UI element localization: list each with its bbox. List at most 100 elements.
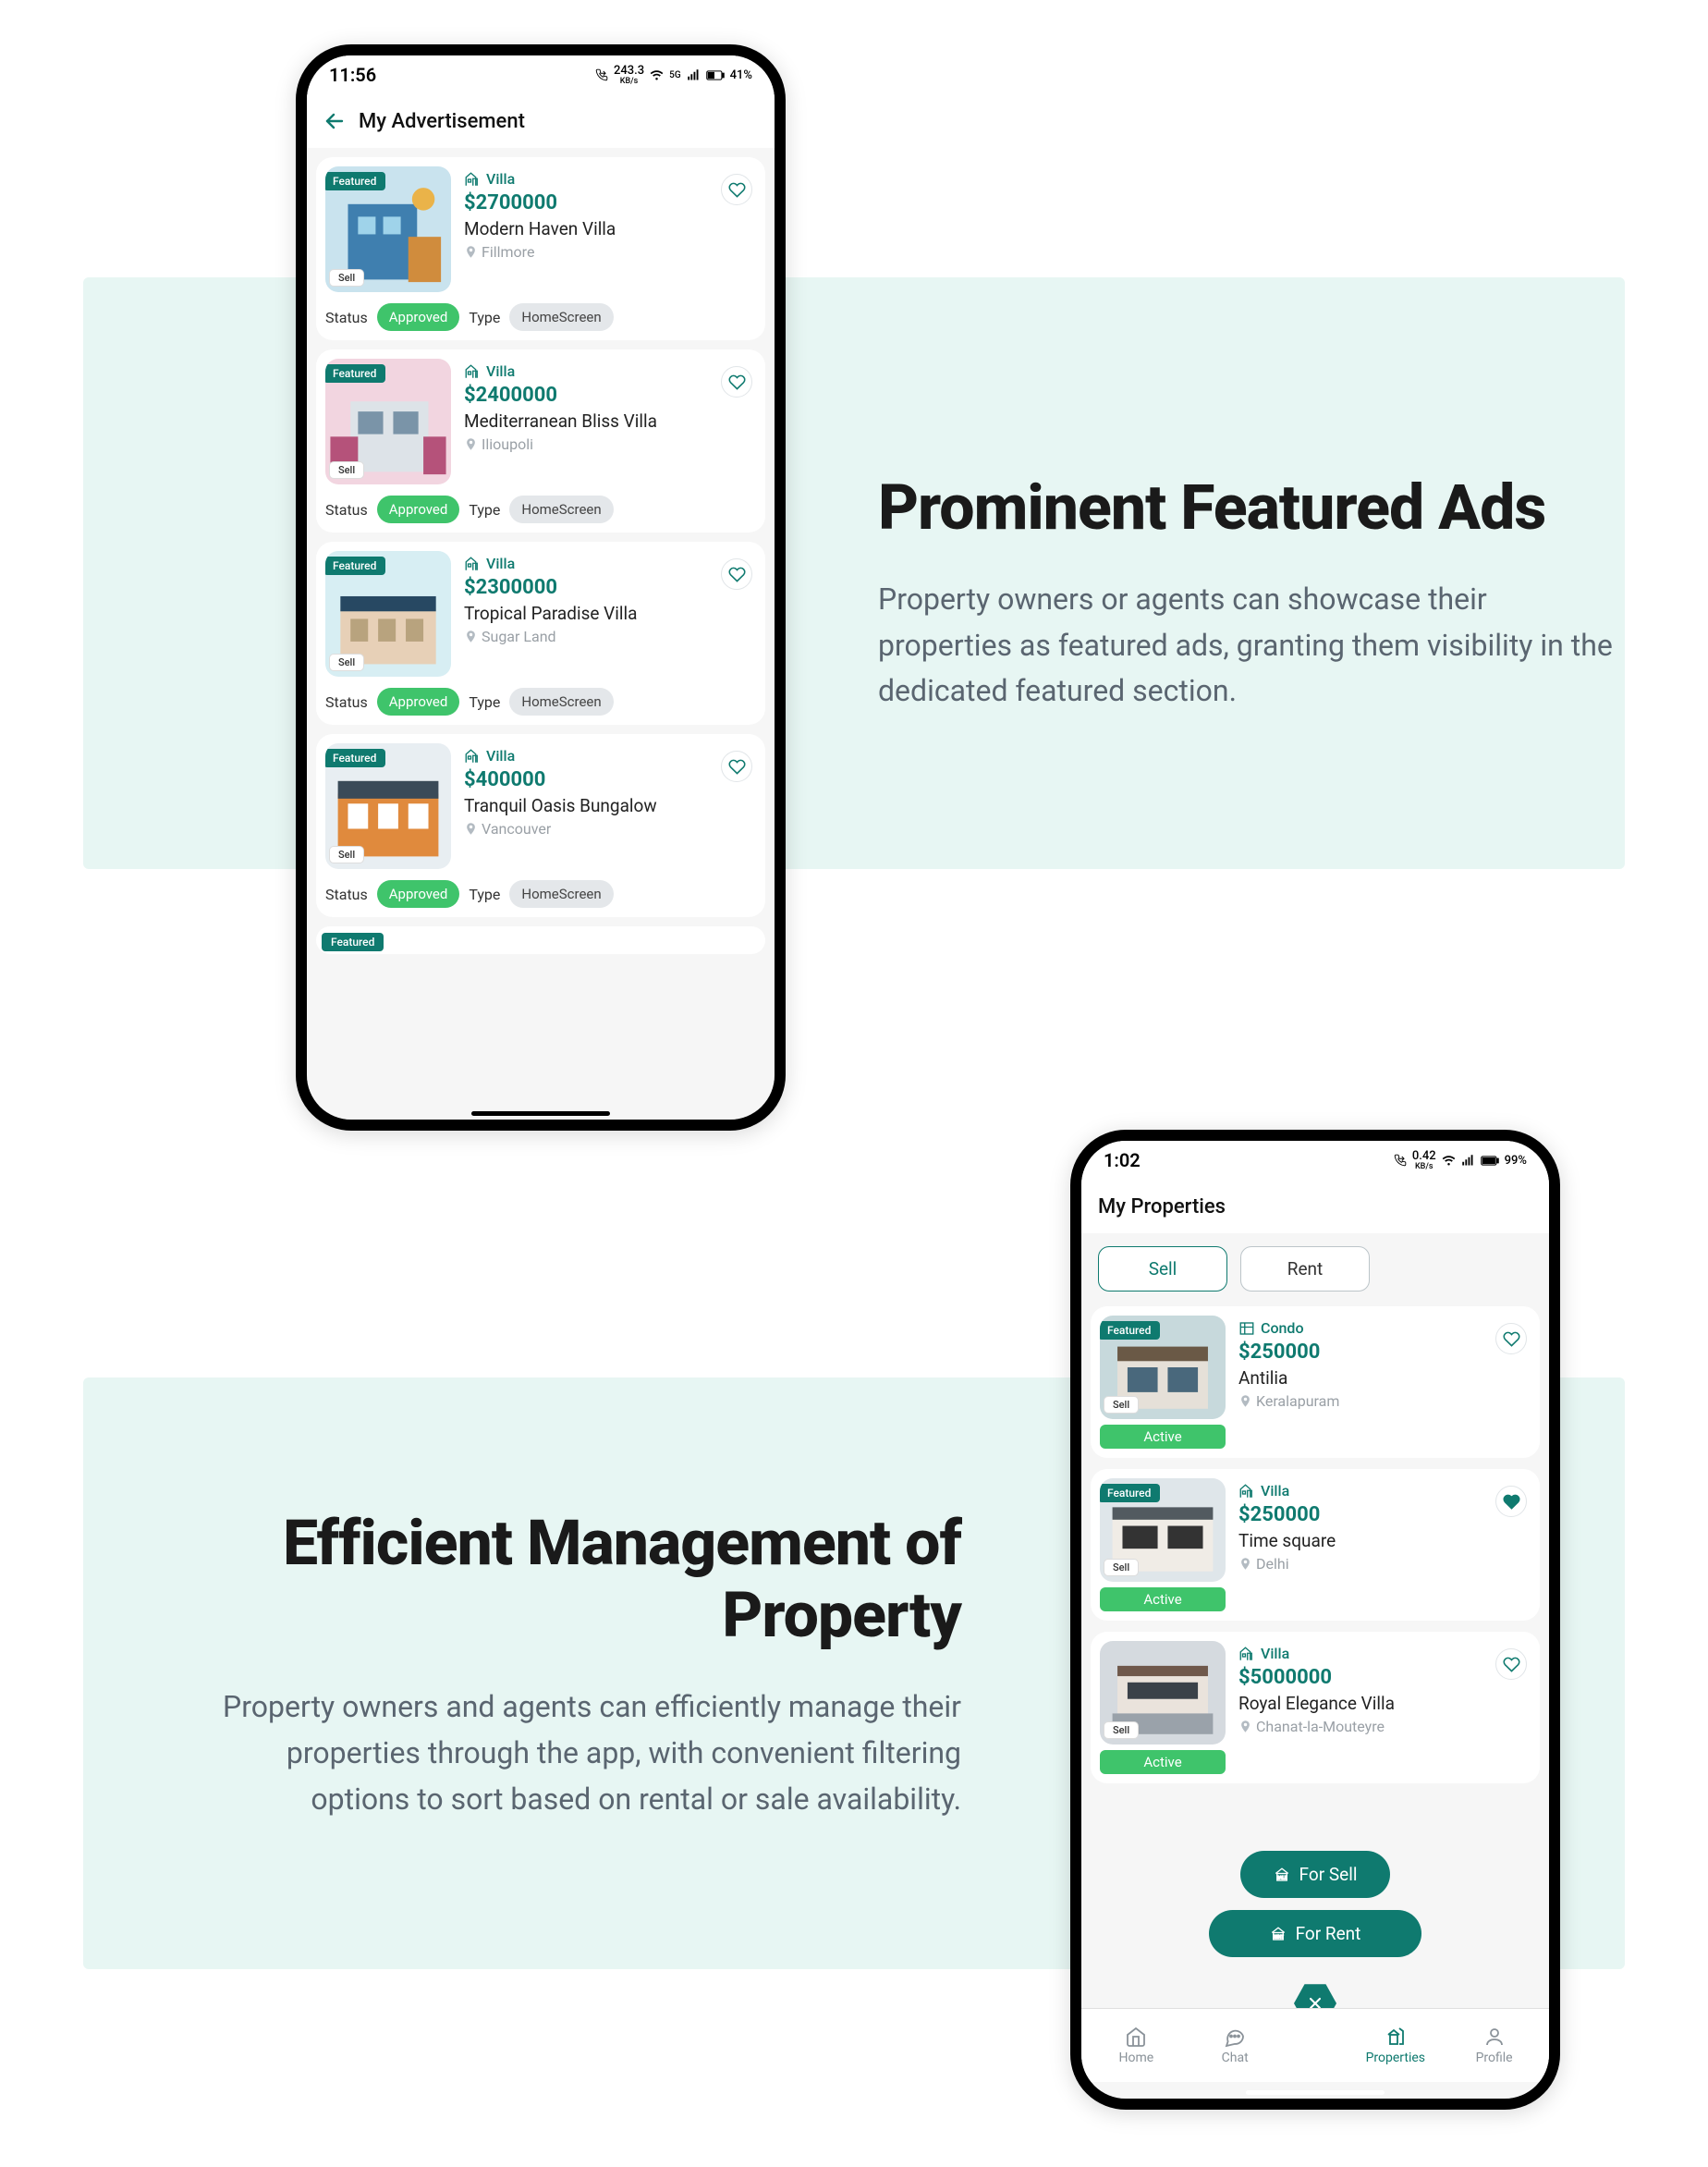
favorite-button[interactable] [1495,1486,1527,1517]
property-thumb: Featured Sell [325,359,451,484]
nav-chat[interactable]: Chat [1193,2026,1276,2065]
sell-badge: Sell [329,269,364,287]
battery-pct: 99% [1505,1154,1527,1168]
tab-sell[interactable]: Sell [1098,1246,1227,1292]
type-pill: HomeScreen [509,303,613,331]
sale-tag-icon: SALE [1274,1867,1290,1883]
property-type-icon [1238,1646,1255,1662]
ad-card[interactable]: Featured Sell Villa $2400000 Mediterrane… [316,349,765,533]
property-loc: Fillmore [482,243,534,261]
back-button[interactable] [323,110,346,132]
ad-card[interactable]: Featured Sell Villa $2700000 Modern Have… [316,157,765,340]
type-label: Type [469,501,500,519]
profile-icon [1483,2026,1506,2048]
featured-badge: Featured [325,172,385,190]
wifi-icon [650,68,664,82]
favorite-button[interactable] [1495,1323,1527,1354]
property-type: Villa [1261,1645,1289,1662]
svg-text:SALE: SALE [1276,1875,1287,1880]
ad-card[interactable]: Featured Sell Villa $2300000 Tropical Pa… [316,542,765,725]
sell-badge: Sell [1104,1559,1139,1576]
sell-badge: Sell [329,461,364,479]
fab-for-sell[interactable]: SALE For Sell [1240,1851,1390,1898]
sell-badge: Sell [329,654,364,671]
status-time: 11:56 [329,64,376,86]
property-price: $400000 [464,768,756,791]
bottom-nav: Home Chat Properties Profile [1081,2008,1549,2082]
property-card[interactable]: Featured Sell Active Villa $250000 Time … [1091,1469,1540,1621]
fab-label: For Sell [1299,1864,1358,1885]
location-icon [464,437,478,451]
property-thumb: Featured Sell [1100,1316,1226,1419]
property-price: $2300000 [464,576,756,599]
property-thumb: Featured Sell [325,743,451,869]
ad-card[interactable]: Featured Sell Villa $400000 Tranquil Oas… [316,734,765,917]
favorite-button[interactable] [721,558,752,590]
heart-icon [728,181,746,199]
battery-pct: 41% [730,68,752,82]
property-loc: Vancouver [482,820,551,838]
status-pill: Approved [377,496,460,523]
type-label: Type [469,693,500,711]
property-price: $2400000 [464,384,756,407]
properties-list[interactable]: Sell Rent Featured Sell Active [1081,1233,1549,2099]
property-thumb: Featured Sell [325,166,451,292]
favorite-button[interactable] [721,751,752,782]
section-title: Efficient Management of Property [203,1507,961,1651]
tab-rent[interactable]: Rent [1240,1246,1370,1292]
property-type: Villa [486,170,515,188]
fab-for-rent[interactable]: RENT For Rent [1209,1910,1421,1957]
type-pill: HomeScreen [509,880,613,908]
featured-badge: Featured [1100,1321,1160,1340]
favorite-button[interactable] [721,366,752,398]
location-icon [464,245,478,259]
location-icon [1238,1720,1252,1733]
svg-text:RENT: RENT [1273,1934,1283,1940]
favorite-button[interactable] [1495,1648,1527,1680]
featured-badge: Featured [1100,1484,1160,1502]
network-speed: 243.3 KB/s [614,64,644,86]
property-type: Condo [1261,1319,1304,1337]
nav-profile[interactable]: Profile [1453,2026,1536,2065]
status-time: 1:02 [1104,1149,1141,1171]
signal-icon [1461,1154,1475,1168]
section-desc: Property owners and agents can efficient… [222,1684,961,1822]
type-label: Type [469,886,500,903]
property-thumb: Featured Sell [325,551,451,677]
home-icon [1125,2026,1147,2048]
nav-home[interactable]: Home [1094,2026,1177,2065]
featured-badge: Featured [322,933,384,951]
sell-badge: Sell [1104,1721,1139,1739]
status-label: Status [325,693,368,711]
active-badge: Active [1100,1425,1226,1449]
nav-properties[interactable]: Properties [1354,2026,1437,2065]
property-card[interactable]: Sell Active Villa $5000000 Royal Eleganc… [1091,1632,1540,1783]
rent-tag-icon: RENT [1270,1926,1287,1942]
property-price: $250000 [1238,1503,1531,1526]
property-name: Modern Haven Villa [464,218,756,239]
property-price: $250000 [1238,1341,1531,1364]
property-type-icon [464,363,481,380]
property-type: Villa [486,747,515,765]
property-loc: Sugar Land [482,628,556,645]
battery-icon [706,69,725,81]
type-pill: HomeScreen [509,688,613,716]
sell-badge: Sell [1104,1396,1139,1414]
section-desc: Property owners or agents can showcase t… [878,577,1617,715]
call-forward-icon [1394,1154,1407,1167]
property-card[interactable]: Featured Sell Active Condo $250000 Antil… [1091,1306,1540,1458]
section-manage-property-text: Efficient Management of Property Propert… [203,1507,961,1822]
property-type: Villa [486,555,515,572]
property-name: Tranquil Oasis Bungalow [464,795,756,816]
network-type: 5G [669,70,681,80]
ad-card[interactable]: Featured [316,926,765,954]
ad-list[interactable]: Featured Sell Villa $2700000 Modern Have… [307,148,775,1120]
active-badge: Active [1100,1750,1226,1774]
nav-label: Home [1119,2051,1154,2065]
favorite-button[interactable] [721,174,752,205]
location-icon [464,630,478,643]
property-type: Villa [1261,1482,1289,1500]
property-name: Time square [1238,1530,1531,1551]
nav-label: Profile [1476,2051,1513,2065]
property-type: Villa [486,362,515,380]
